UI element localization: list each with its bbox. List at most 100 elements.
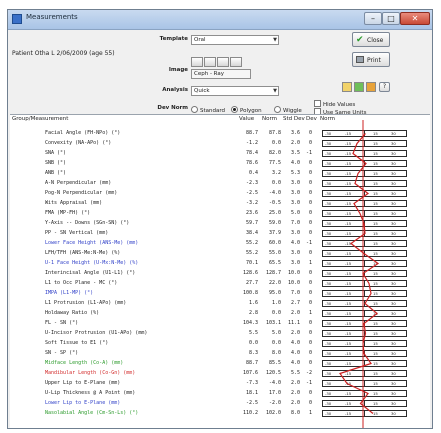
table-row[interactable]: LFH/TFH (ANS-Me:N-Me) (%) 55.2 55.0 3.0 0 -30… bbox=[8, 250, 428, 257]
cell-norm: -4.0 bbox=[268, 190, 281, 196]
norm-bar-tick: 30 bbox=[391, 341, 396, 346]
header-norm: Norm bbox=[262, 116, 278, 122]
table-row[interactable]: Interincisal Angle (U1-L1) (°) 128.6 128.7… bbox=[8, 270, 428, 277]
cell-dev: 0 bbox=[308, 250, 312, 256]
norm-center-line bbox=[364, 381, 365, 386]
norm-bar-tick: 30 bbox=[391, 391, 396, 396]
norm-center-line bbox=[364, 331, 365, 336]
table-row[interactable]: L1 to Occ Plane - MC (°) 27.7 22.0 10.0 0 -30… bbox=[8, 280, 428, 287]
table-row[interactable]: U-1 Face Height (U-Mx:N-Me) (%) 70.1 65.5 3… bbox=[8, 260, 428, 267]
norm-center-line bbox=[364, 171, 365, 176]
template-select[interactable]: Oral ▼ bbox=[191, 35, 279, 45]
table-row[interactable]: Nasolabial Angle (Cm-Sn-Ls) (°) 110.2 102.… bbox=[8, 410, 428, 417]
table-row[interactable]: Holdaway Ratio (%) 2.8 0.0 2.0 1 -30 -15 15 30 bbox=[8, 310, 428, 317]
radio-wiggle[interactable]: Wiggle bbox=[274, 106, 302, 114]
table-row[interactable]: Lower Lip to E-Plane (mm) -2.5 -2.0 2.0 0 -30… bbox=[8, 400, 428, 407]
cell-norm: -2.0 bbox=[268, 400, 281, 406]
table-row[interactable]: Facial Angle (FH-NPo) (°) 88.7 87.8 3.6 0 -30… bbox=[8, 130, 428, 137]
norm-bar-tick: 15 bbox=[373, 131, 378, 136]
norm-bar-tick: -15 bbox=[345, 161, 352, 166]
table-row[interactable]: SNA (°) 78.4 82.0 3.5 -1 -30 -15 15 30 bbox=[8, 150, 428, 157]
norm-bar-tick: -30 bbox=[325, 241, 332, 246]
table-row[interactable]: Wits Appraisal (mm) -3.2 -0.5 3.0 0 -30 -15 15 3… bbox=[8, 200, 428, 207]
title-bar[interactable]: Measurements – □ ✕ bbox=[8, 10, 432, 30]
radio-standard[interactable]: Standard bbox=[191, 106, 225, 114]
norm-bar-tick: -30 bbox=[325, 181, 332, 186]
hide-values-checkbox[interactable]: Hide Values bbox=[314, 100, 355, 108]
norm-bar-tick: 30 bbox=[391, 401, 396, 406]
cell-name: Lower Face Height (ANS-Me) (mm) bbox=[45, 240, 139, 246]
image-nav-next-icon[interactable] bbox=[217, 57, 229, 67]
table-row[interactable]: Lower Face Height (ANS-Me) (mm) 55.2 60.0 4… bbox=[8, 240, 428, 247]
image-nav-prev-icon[interactable] bbox=[204, 57, 216, 67]
norm-bar-tick: -15 bbox=[345, 261, 352, 266]
norm-bar-tick: 15 bbox=[373, 281, 378, 286]
table-row[interactable]: Midface Length (Co-A) (mm) 88.7 85.5 4.0 0 -3… bbox=[8, 360, 428, 367]
table-row[interactable]: SNB (°) 78.6 77.5 4.0 0 -30 -15 15 30 bbox=[8, 160, 428, 167]
table-row[interactable]: Convexity (NA-APo) (°) -1.2 0.0 2.0 0 -30 -15 1… bbox=[8, 140, 428, 147]
cell-dev: 0 bbox=[308, 200, 312, 206]
cell-value: -1.2 bbox=[245, 140, 258, 146]
table-row[interactable]: FL - SN (°) 104.3 103.1 11.1 0 -30 -15 15 30 bbox=[8, 320, 428, 327]
folder-icon[interactable] bbox=[342, 82, 352, 92]
norm-center-line bbox=[364, 201, 365, 206]
cell-sd: 3.0 bbox=[290, 260, 300, 266]
export-icon[interactable] bbox=[354, 82, 364, 92]
norm-deviation-bar: -30 -15 15 30 bbox=[322, 240, 407, 247]
cell-value: 70.1 bbox=[245, 260, 258, 266]
table-row[interactable]: SN - SP (°) 8.3 8.0 4.0 0 -30 -15 15 30 bbox=[8, 350, 428, 357]
cell-sd: 2.0 bbox=[290, 380, 300, 386]
analysis-select[interactable]: Quick ▼ bbox=[191, 86, 279, 96]
table-row[interactable]: FMA (MP-FH) (°) 23.6 25.0 5.0 0 -30 -15 15 30 bbox=[8, 210, 428, 217]
table-row[interactable]: Upper Lip to E-Plane (mm) -7.3 -4.0 2.0 -1 -3… bbox=[8, 380, 428, 387]
cell-norm: 65.5 bbox=[268, 260, 281, 266]
cell-norm: 95.0 bbox=[268, 290, 281, 296]
norm-bar-tick: -15 bbox=[345, 381, 352, 386]
norm-bar-tick: -15 bbox=[345, 411, 352, 416]
maximize-button[interactable]: □ bbox=[382, 12, 400, 25]
image-nav-last-icon[interactable] bbox=[230, 57, 242, 67]
cell-name: U-Incisor Protrusion (U1-APo) (mm) bbox=[45, 330, 148, 336]
table-row[interactable]: Pog-N Perpendicular (mm) -2.5 -4.0 3.0 0 -30-… bbox=[8, 190, 428, 197]
close-window-button[interactable]: ✕ bbox=[400, 12, 430, 25]
cell-norm: 128.7 bbox=[265, 270, 281, 276]
image-nav-first-icon[interactable] bbox=[191, 57, 203, 67]
print-button[interactable]: Print bbox=[352, 52, 390, 67]
cell-norm: -4.0 bbox=[268, 380, 281, 386]
app-icon bbox=[12, 14, 22, 24]
norm-deviation-bar: -30 -15 15 30 bbox=[322, 350, 407, 357]
chart-icon[interactable] bbox=[366, 82, 376, 92]
table-row[interactable]: Soft Tissue to E1 (°) 0.0 0.0 4.0 0 -30 -15 15 3… bbox=[8, 340, 428, 347]
table-row[interactable]: L1 Protrusion (L1-APo) (mm) 1.6 1.0 2.7 0 -30… bbox=[8, 300, 428, 307]
cell-sd: 5.5 bbox=[290, 370, 300, 376]
minimize-button[interactable]: – bbox=[364, 12, 382, 25]
norm-center-line bbox=[364, 391, 365, 396]
norm-bar-tick: 30 bbox=[391, 171, 396, 176]
table-row[interactable]: IMPA (L1-MP) (°) 100.8 95.0 7.0 0 -30 -15 15 30 bbox=[8, 290, 428, 297]
table-row[interactable]: ANB (°) 0.4 3.2 5.3 0 -30 -15 15 30 bbox=[8, 170, 428, 177]
radio-polygons[interactable]: Polygon bbox=[231, 106, 262, 114]
table-row[interactable]: Mandibular Length (Co-Gn) (mm) 107.6 120.5… bbox=[8, 370, 428, 377]
cell-value: 88.7 bbox=[245, 130, 258, 136]
help-button[interactable]: ? bbox=[379, 82, 390, 92]
norm-bar-tick: -30 bbox=[325, 351, 332, 356]
norm-center-line bbox=[364, 241, 365, 246]
table-row[interactable]: U-Incisor Protrusion (U1-APo) (mm) 5.5 5.0… bbox=[8, 330, 428, 337]
chevron-down-icon: ▼ bbox=[273, 88, 277, 94]
norm-bar-tick: 15 bbox=[373, 331, 378, 336]
cell-sd: 2.0 bbox=[290, 400, 300, 406]
norm-center-line bbox=[364, 361, 365, 366]
close-button[interactable]: ✔ Close bbox=[352, 32, 390, 47]
cell-dev: 0 bbox=[308, 290, 312, 296]
table-row[interactable]: PP - SN Vertical (mm) 38.4 37.9 3.0 0 -30 -15 1… bbox=[8, 230, 428, 237]
cell-value: 78.4 bbox=[245, 150, 258, 156]
table-row[interactable]: Y-Axis -- Downs (SGn-SN) (°) 59.7 59.0 7.0 0… bbox=[8, 220, 428, 227]
image-field[interactable]: Ceph - Ray bbox=[191, 69, 251, 79]
table-row[interactable]: A-N Perpendicular (mm) -2.3 0.0 3.0 0 -30 -15 1… bbox=[8, 180, 428, 187]
norm-bar-tick: -30 bbox=[325, 331, 332, 336]
table-row[interactable]: U-Lip Thickness @ A Point (mm) 18.1 17.0 2.… bbox=[8, 390, 428, 397]
cell-name: Holdaway Ratio (%) bbox=[45, 310, 100, 316]
cell-dev: 0 bbox=[308, 320, 312, 326]
cell-sd: 2.7 bbox=[290, 300, 300, 306]
cell-name: U-1 Face Height (U-Mx:N-Me) (%) bbox=[45, 260, 139, 266]
